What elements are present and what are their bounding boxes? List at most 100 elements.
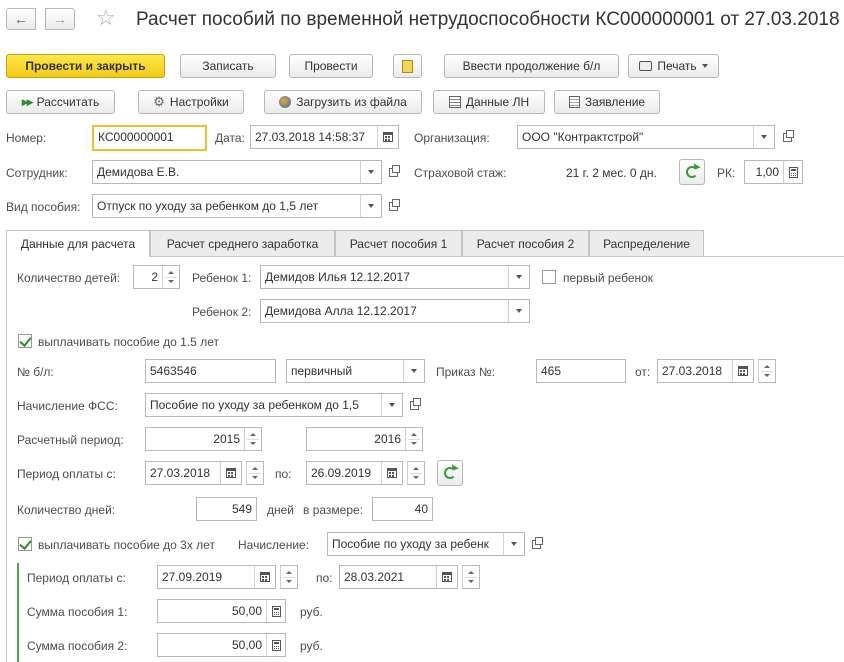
sick-leave-type-field[interactable]: первичный <box>286 359 404 383</box>
child2-label: Ребенок 2: <box>192 305 252 319</box>
chevron-down-icon <box>516 309 522 313</box>
tab-label: Расчет пособия 1 <box>349 236 448 251</box>
document-button[interactable] <box>393 54 422 78</box>
sum2-field[interactable]: 50,00 <box>157 633 267 657</box>
employee-open-button[interactable] <box>383 160 403 184</box>
pay-from-spinner[interactable] <box>246 461 264 485</box>
sum2-calculator-button[interactable] <box>266 633 286 657</box>
sick-leave-number-field[interactable]: 5463546 <box>145 359 276 383</box>
insurance-refresh-button[interactable] <box>679 159 705 185</box>
tab-calculation-data[interactable]: Данные для расчета <box>6 230 150 257</box>
child1-dropdown-button[interactable] <box>508 265 530 289</box>
accrual-dropdown-button[interactable] <box>503 532 525 556</box>
calc-year2-spinner[interactable] <box>405 427 423 451</box>
continue-sick-leave-button[interactable]: Ввести продолжение б/л <box>444 54 619 78</box>
pay-to-calendar-button[interactable] <box>381 461 403 485</box>
fss-accrual-field[interactable]: Пособие по уходу за ребенком до 1,5 <box>145 393 382 417</box>
child2-dropdown-button[interactable] <box>508 299 530 323</box>
settings-button[interactable]: ⚙ Настройки <box>138 90 244 114</box>
order-number-field[interactable]: 465 <box>536 359 626 383</box>
calc-year2-field[interactable]: 2016 <box>306 427 406 451</box>
load-from-file-button[interactable]: Загрузить из файла <box>264 90 422 114</box>
star-icon[interactable]: ☆ <box>96 6 116 30</box>
tab-benefit-calc-2[interactable]: Расчет пособия 2 <box>462 230 589 256</box>
employee-dropdown-button[interactable] <box>360 160 382 184</box>
pay3-to-calendar-button[interactable] <box>436 565 458 589</box>
rk-label: РК: <box>717 166 736 180</box>
organization-dropdown-button[interactable] <box>753 125 775 149</box>
date-calendar-button[interactable] <box>377 125 399 149</box>
pay3-period-from-field[interactable]: 27.09.2019 <box>157 565 255 589</box>
organization-open-button[interactable] <box>777 125 797 149</box>
calc-year1-spinner[interactable] <box>244 427 262 451</box>
benefit-type-open-button[interactable] <box>383 194 403 218</box>
order-date-spinner[interactable] <box>758 359 776 383</box>
sum2-label: Сумма пособия 2: <box>27 639 128 653</box>
sum1-field[interactable]: 50,00 <box>157 599 267 623</box>
sick-leave-number-label: № б/л: <box>17 365 54 379</box>
save-button[interactable]: Записать <box>180 54 276 78</box>
pay-from-calendar-button[interactable] <box>220 461 242 485</box>
benefit-type-dropdown-button[interactable] <box>360 194 382 218</box>
post-button[interactable]: Провести <box>289 54 373 78</box>
calc-year1-field[interactable]: 2015 <box>145 427 245 451</box>
chevron-down-icon <box>368 204 374 208</box>
post-and-close-button[interactable]: Провести и закрыть <box>6 54 165 78</box>
pay-period-to-label: по: <box>275 467 292 481</box>
benefit-type-field[interactable]: Отпуск по уходу за ребенком до 1,5 лет <box>92 194 361 218</box>
pay3-period-to-field[interactable]: 28.03.2021 <box>339 565 437 589</box>
pay-period-refresh-button[interactable] <box>437 460 463 486</box>
refresh-icon <box>444 467 456 479</box>
print-label: Печать <box>657 59 697 73</box>
pay-period-label: Период оплаты с: <box>17 467 116 481</box>
number-field[interactable]: КС000000001 <box>92 125 207 151</box>
pay-period-to-field[interactable]: 26.09.2019 <box>306 461 382 485</box>
accrual-open-button[interactable] <box>526 532 546 556</box>
application-button[interactable]: Заявление <box>554 90 660 114</box>
pay-period-from-field[interactable]: 27.03.2018 <box>145 461 221 485</box>
date-label: Дата: <box>215 131 245 145</box>
fss-accrual-open-button[interactable] <box>404 393 424 417</box>
days-unit-label: дней <box>267 503 295 517</box>
back-button[interactable]: ← <box>6 8 36 30</box>
first-child-checkbox[interactable] <box>542 270 556 284</box>
tab-benefit-calc-1[interactable]: Расчет пособия 1 <box>335 230 462 256</box>
days-count-field[interactable]: 549 <box>196 497 257 521</box>
employee-field[interactable]: Демидова Е.В. <box>92 160 361 184</box>
children-count-spinner[interactable] <box>162 265 180 289</box>
calculator-icon <box>271 639 281 651</box>
pay3-from-calendar-button[interactable] <box>254 565 276 589</box>
date-field[interactable]: 27.03.2018 14:58:37 <box>250 125 378 149</box>
pay3-to-spinner[interactable] <box>462 565 480 589</box>
children-count-field[interactable]: 2 <box>133 265 163 289</box>
order-date-field[interactable]: 27.03.2018 <box>657 359 733 383</box>
printer-icon <box>639 61 653 71</box>
ln-data-button[interactable]: Данные ЛН <box>433 90 545 114</box>
pay-until-3-checkbox[interactable] <box>18 537 32 551</box>
pay-to-spinner[interactable] <box>407 461 425 485</box>
pay3-from-spinner[interactable] <box>280 565 298 589</box>
first-child-label: первый ребенок <box>563 271 654 285</box>
accrual-field[interactable]: Пособие по уходу за ребенк <box>327 532 504 556</box>
fss-accrual-dropdown-button[interactable] <box>381 393 403 417</box>
tab-average-earnings[interactable]: Расчет среднего заработка <box>150 230 335 256</box>
size-field[interactable]: 40 <box>372 497 433 521</box>
organization-field[interactable]: ООО "Контрактстрой" <box>517 125 754 149</box>
rk-field[interactable]: 1,00 <box>744 160 784 184</box>
child1-field[interactable]: Демидов Илья 12.12.2017 <box>260 265 509 289</box>
application-icon <box>568 96 580 108</box>
load-from-file-label: Загрузить из файла <box>296 95 407 109</box>
child2-field[interactable]: Демидова Алла 12.12.2017 <box>260 299 509 323</box>
rk-calculator-button[interactable] <box>783 160 803 184</box>
settings-icon: ⚙ <box>153 94 165 109</box>
tab-distribution[interactable]: Распределение <box>589 230 704 256</box>
order-date-calendar-button[interactable] <box>732 359 754 383</box>
sick-leave-type-dropdown-button[interactable] <box>403 359 425 383</box>
sum1-calculator-button[interactable] <box>266 599 286 623</box>
forward-button[interactable]: → <box>45 8 75 30</box>
insurance-period-value: 21 г. 2 мес. 0 дн. <box>566 166 657 180</box>
window-title: Расчет пособий по временной нетрудоспосо… <box>136 9 840 30</box>
calculate-button[interactable]: ▶▶ Рассчитать <box>6 90 115 114</box>
print-button[interactable]: Печать <box>628 54 719 78</box>
pay-until-1-5-checkbox[interactable] <box>18 334 32 348</box>
